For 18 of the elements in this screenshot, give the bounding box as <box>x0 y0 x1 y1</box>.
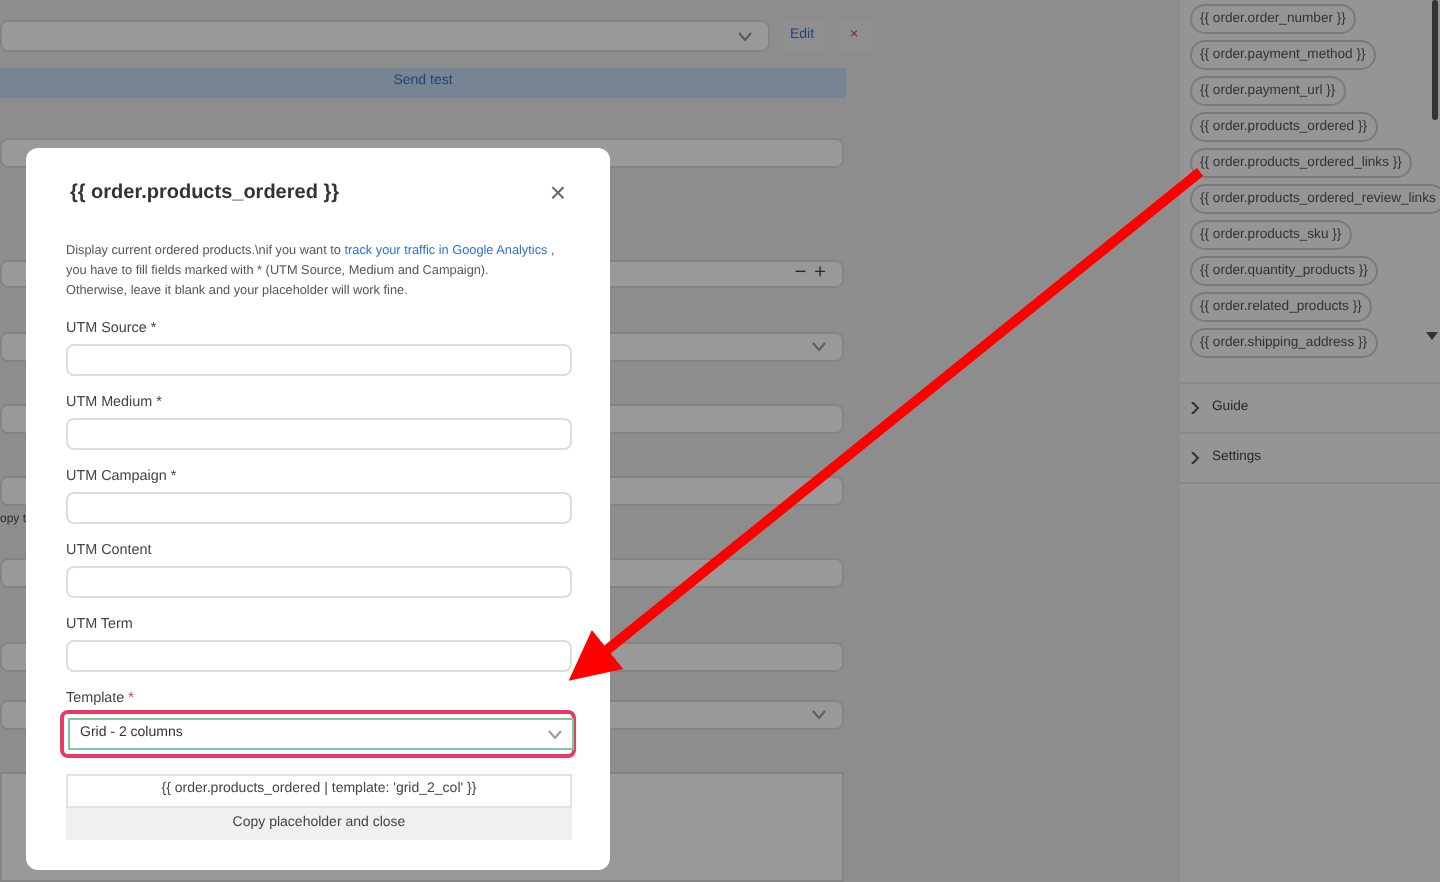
chevron-right-icon <box>1190 452 1200 464</box>
text-field[interactable] <box>66 418 572 450</box>
scrollbar-thumb[interactable] <box>1432 0 1438 120</box>
scroll-down-icon[interactable] <box>1426 332 1438 340</box>
text-field[interactable] <box>66 566 572 598</box>
text-field[interactable] <box>66 640 572 672</box>
chevron-down-icon <box>812 709 826 720</box>
close-button[interactable]: × <box>549 178 566 206</box>
chevron-down-icon <box>812 342 826 353</box>
plus-button[interactable]: + <box>814 263 826 284</box>
minus-button[interactable]: − <box>794 263 807 284</box>
text-field[interactable] <box>66 344 572 376</box>
dialog-title: {{ order.products_ordered }} <box>70 179 339 207</box>
select-field[interactable] <box>0 20 770 52</box>
chevron-right-icon <box>1190 402 1200 414</box>
chevron-down-icon <box>738 31 752 41</box>
chevron-down-icon <box>548 729 562 739</box>
text-field[interactable] <box>66 492 572 524</box>
